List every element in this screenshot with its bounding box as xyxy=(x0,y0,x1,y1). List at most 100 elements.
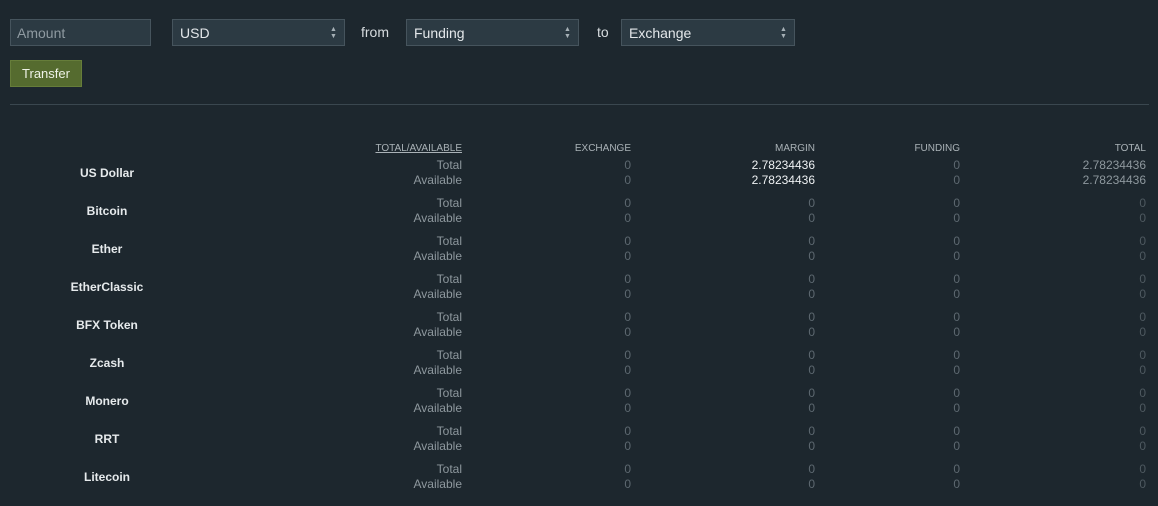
funding-available-value: 0 xyxy=(953,173,960,187)
total-available-value: 0 xyxy=(1139,287,1146,301)
funding-total-value: 0 xyxy=(953,348,960,362)
total-label: Total xyxy=(436,196,462,210)
exchange-available-value: 0 xyxy=(624,287,631,301)
total-line: Total 0 2.78234436 0 2.78234436 xyxy=(0,158,1158,173)
transfer-button[interactable]: Transfer xyxy=(10,60,82,87)
exchange-total-value: 0 xyxy=(624,348,631,362)
margin-total-value: 0 xyxy=(808,310,815,324)
exchange-total-value: 0 xyxy=(624,158,631,172)
exchange-total-value: 0 xyxy=(624,386,631,400)
margin-available-value: 0 xyxy=(808,363,815,377)
available-label: Available xyxy=(413,287,462,301)
select-arrows-icon: ▲ ▼ xyxy=(564,26,571,40)
divider xyxy=(10,104,1149,105)
margin-total-value: 0 xyxy=(808,272,815,286)
funding-total-value: 0 xyxy=(953,462,960,476)
total-available-value: 0 xyxy=(1139,439,1146,453)
total-available-value: 0 xyxy=(1139,477,1146,491)
funding-available-value: 0 xyxy=(953,287,960,301)
table-row: BFX Token Total 0 0 0 0 Available 0 0 0 0 xyxy=(0,310,1158,348)
to-wallet-select[interactable]: Exchange ▲ ▼ xyxy=(621,19,795,46)
total-line: Total 0 0 0 0 xyxy=(0,462,1158,477)
funding-available-value: 0 xyxy=(953,211,960,225)
total-label: Total xyxy=(436,424,462,438)
margin-available-value: 0 xyxy=(808,325,815,339)
total-label: Total xyxy=(436,348,462,362)
total-line: Total 0 0 0 0 xyxy=(0,424,1158,439)
funding-total-value: 0 xyxy=(953,272,960,286)
balances-header: TOTAL/AVAILABLE EXCHANGE MARGIN FUNDING … xyxy=(0,143,1158,157)
table-row: Monero Total 0 0 0 0 Available 0 0 0 0 xyxy=(0,386,1158,424)
margin-total-value: 0 xyxy=(808,196,815,210)
exchange-available-value: 0 xyxy=(624,211,631,225)
from-label: from xyxy=(361,24,389,40)
funding-total-value: 0 xyxy=(953,310,960,324)
exchange-total-value: 0 xyxy=(624,272,631,286)
total-line: Total 0 0 0 0 xyxy=(0,348,1158,363)
margin-total-value: 0 xyxy=(808,386,815,400)
margin-total-value: 2.78234436 xyxy=(751,158,815,172)
total-available-value: 0 xyxy=(1139,363,1146,377)
margin-available-value: 0 xyxy=(808,477,815,491)
funding-total-value: 0 xyxy=(953,424,960,438)
total-available-value: 0 xyxy=(1139,325,1146,339)
total-label: Total xyxy=(436,310,462,324)
total-label: Total xyxy=(436,158,462,172)
header-total-available[interactable]: TOTAL/AVAILABLE xyxy=(375,143,462,154)
funding-available-value: 0 xyxy=(953,363,960,377)
funding-available-value: 0 xyxy=(953,477,960,491)
available-label: Available xyxy=(413,325,462,339)
total-total-value: 0 xyxy=(1139,272,1146,286)
funding-total-value: 0 xyxy=(953,386,960,400)
available-line: Available 0 0 0 0 xyxy=(0,211,1158,226)
header-total: TOTAL xyxy=(1114,143,1146,154)
total-label: Total xyxy=(436,462,462,476)
exchange-total-value: 0 xyxy=(624,424,631,438)
total-available-value: 0 xyxy=(1139,401,1146,415)
available-label: Available xyxy=(413,401,462,415)
funding-total-value: 0 xyxy=(953,234,960,248)
table-row: Bitcoin Total 0 0 0 0 Available 0 0 0 0 xyxy=(0,196,1158,234)
exchange-available-value: 0 xyxy=(624,363,631,377)
total-total-value: 0 xyxy=(1139,462,1146,476)
funding-available-value: 0 xyxy=(953,249,960,263)
table-row: EtherClassic Total 0 0 0 0 Available 0 0 0 0 xyxy=(0,272,1158,310)
total-total-value: 0 xyxy=(1139,424,1146,438)
available-line: Available 0 0 0 0 xyxy=(0,287,1158,302)
margin-total-value: 0 xyxy=(808,348,815,362)
exchange-available-value: 0 xyxy=(624,439,631,453)
total-total-value: 0 xyxy=(1139,196,1146,210)
total-total-value: 0 xyxy=(1139,386,1146,400)
from-wallet-select[interactable]: Funding ▲ ▼ xyxy=(406,19,579,46)
header-funding: FUNDING xyxy=(914,143,960,154)
total-total-value: 0 xyxy=(1139,348,1146,362)
margin-total-value: 0 xyxy=(808,462,815,476)
funding-available-value: 0 xyxy=(953,439,960,453)
available-label: Available xyxy=(413,363,462,377)
currency-select-value: USD xyxy=(180,25,210,41)
funding-available-value: 0 xyxy=(953,401,960,415)
table-row: RRT Total 0 0 0 0 Available 0 0 0 0 xyxy=(0,424,1158,462)
margin-available-value: 0 xyxy=(808,249,815,263)
total-label: Total xyxy=(436,386,462,400)
exchange-total-value: 0 xyxy=(624,310,631,324)
to-label: to xyxy=(597,24,609,40)
margin-available-value: 0 xyxy=(808,401,815,415)
available-label: Available xyxy=(413,477,462,491)
select-arrows-icon: ▲ ▼ xyxy=(330,26,337,40)
exchange-available-value: 0 xyxy=(624,325,631,339)
table-row: US Dollar Total 0 2.78234436 0 2.78234436 Avai… xyxy=(0,158,1158,196)
available-line: Available 0 0 0 0 xyxy=(0,439,1158,454)
available-line: Available 0 0 0 0 xyxy=(0,363,1158,378)
currency-select[interactable]: USD ▲ ▼ xyxy=(172,19,345,46)
available-label: Available xyxy=(413,173,462,187)
amount-input[interactable] xyxy=(10,19,151,46)
total-line: Total 0 0 0 0 xyxy=(0,196,1158,211)
available-line: Available 0 0 0 0 xyxy=(0,325,1158,340)
exchange-available-value: 0 xyxy=(624,249,631,263)
margin-available-value: 0 xyxy=(808,211,815,225)
total-line: Total 0 0 0 0 xyxy=(0,310,1158,325)
total-available-value: 0 xyxy=(1139,249,1146,263)
exchange-total-value: 0 xyxy=(624,462,631,476)
available-label: Available xyxy=(413,249,462,263)
